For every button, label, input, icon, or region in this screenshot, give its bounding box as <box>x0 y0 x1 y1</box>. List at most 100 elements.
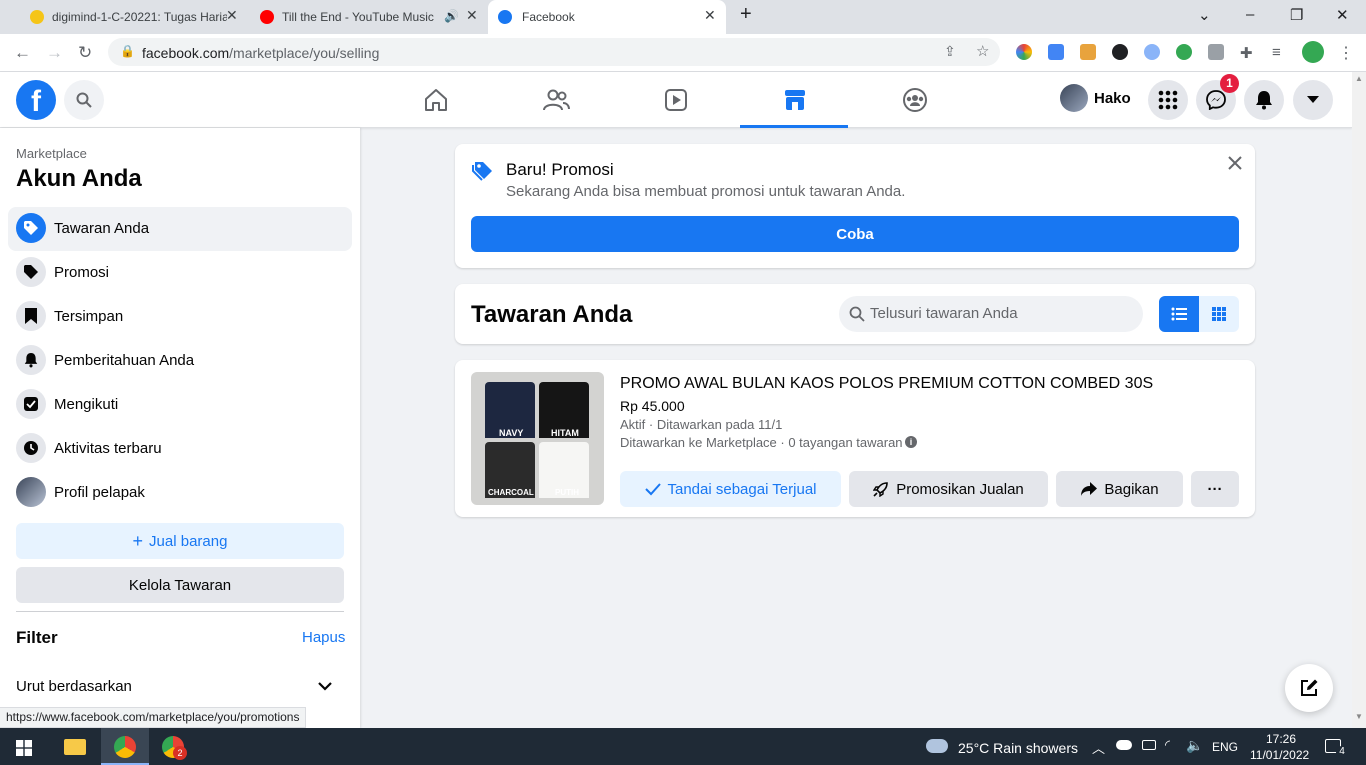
chrome-profile-icon[interactable]: 2 <box>162 736 187 760</box>
extensions-puzzle-icon[interactable]: ✚ <box>1240 44 1253 62</box>
new-tab-button[interactable]: + <box>740 3 752 26</box>
close-icon[interactable] <box>1228 156 1242 170</box>
minimize-icon[interactable]: – <box>1246 6 1254 23</box>
onedrive-icon[interactable] <box>1116 740 1132 750</box>
notifications-button[interactable] <box>1244 80 1284 120</box>
share-arrow-icon <box>1081 482 1098 496</box>
tab-search-icon[interactable]: ⌄ <box>1198 6 1211 24</box>
messenger-button[interactable]: 1 <box>1196 74 1239 120</box>
translate-extension-icon[interactable] <box>1048 44 1064 60</box>
sidebar-item-tawaran[interactable]: Tawaran Anda <box>8 207 352 251</box>
sidebar-item-label: Mengikuti <box>54 396 119 413</box>
promote-listing-button[interactable]: Promosikan Jualan <box>849 471 1048 507</box>
bookmark-icon <box>16 301 46 331</box>
try-promo-button[interactable]: Coba <box>471 216 1239 252</box>
sidebar-item-label: Tersimpan <box>54 308 124 325</box>
reload-icon[interactable]: ↻ <box>78 43 92 63</box>
menu-button[interactable] <box>1148 80 1188 120</box>
speaker-icon[interactable]: 🔊 <box>444 9 459 23</box>
nav-marketplace[interactable] <box>740 72 848 128</box>
battery-icon[interactable] <box>1142 740 1156 750</box>
maximize-icon[interactable]: ❐ <box>1290 6 1303 24</box>
manage-listings-button[interactable]: Kelola Tawaran <box>16 567 344 603</box>
share-page-icon[interactable]: ⇪ <box>944 43 956 60</box>
listing-title[interactable]: PROMO AWAL BULAN KAOS POLOS PREMIUM COTT… <box>620 375 1153 393</box>
tray-chevron-icon[interactable]: ︿ <box>1092 738 1105 757</box>
tab-facebook[interactable]: Facebook ✕ <box>488 0 726 34</box>
chevron-down-icon[interactable] <box>318 682 332 691</box>
account-button[interactable] <box>1293 80 1333 120</box>
list-view-button[interactable] <box>1159 296 1199 332</box>
nav-home[interactable] <box>381 72 489 128</box>
tab-youtube-music[interactable]: Till the End - YouTube Music 🔊 ✕ <box>248 0 486 34</box>
chrome-taskbar-button[interactable] <box>101 728 149 765</box>
listings-header: Tawaran Anda Telusuri tawaran Anda <box>455 284 1255 344</box>
file-explorer-icon[interactable] <box>64 739 86 755</box>
profile-avatar[interactable] <box>1302 41 1324 63</box>
new-message-button[interactable] <box>1285 664 1333 712</box>
url-path: /marketplace/you/selling <box>229 45 380 61</box>
forward-icon[interactable]: → <box>46 43 63 63</box>
listing-card: NAVY HITAM CHARCOAL PUTIH PROMO AWAL BUL… <box>455 360 1255 517</box>
sidebar-item-aktivitas[interactable]: Aktivitas terbaru <box>8 427 352 471</box>
sort-label[interactable]: Urut berdasarkan <box>16 678 132 695</box>
search-icon <box>849 306 865 322</box>
chrome-menu-icon[interactable]: ⋮ <box>1338 43 1354 63</box>
page-scrollbar[interactable]: ▲ ▼ <box>1352 72 1366 728</box>
sell-item-button[interactable]: + Jual barang <box>16 523 344 559</box>
more-options-button[interactable]: ··· <box>1191 471 1239 507</box>
link-extension-icon[interactable] <box>1112 44 1128 60</box>
bookmark-star-icon[interactable]: ☆ <box>976 42 989 60</box>
close-tab-icon[interactable]: ✕ <box>466 7 478 24</box>
promo-title: Baru! Promosi <box>506 160 614 179</box>
clock-date[interactable]: 11/01/2022 <box>1250 748 1309 762</box>
globe-extension-icon[interactable] <box>1176 44 1192 60</box>
search-icon <box>76 92 92 108</box>
color-extension-icon[interactable] <box>1016 44 1032 60</box>
close-tab-icon[interactable]: ✕ <box>226 7 238 24</box>
sidebar-item-promosi[interactable]: Promosi <box>8 251 352 295</box>
nav-watch[interactable] <box>621 72 729 128</box>
language-indicator[interactable]: ENG <box>1212 740 1238 754</box>
nav-groups[interactable] <box>860 72 968 128</box>
listing-meta: Ditawarkan ke Marketplace · 0 tayangan t… <box>620 435 903 450</box>
weather-text[interactable]: 25°C Rain showers <box>958 740 1078 756</box>
clear-filter-link[interactable]: Hapus <box>302 629 345 646</box>
mark-sold-button[interactable]: Tandai sebagai Terjual <box>620 471 841 507</box>
nav-friends[interactable] <box>501 72 609 128</box>
grid-icon <box>1212 307 1226 321</box>
listing-thumbnail[interactable]: NAVY HITAM CHARCOAL PUTIH <box>471 372 604 505</box>
close-window-icon[interactable]: ✕ <box>1336 6 1349 24</box>
close-tab-icon[interactable]: ✕ <box>704 7 716 24</box>
sidebar-item-mengikuti[interactable]: Mengikuti <box>8 383 352 427</box>
printer-extension-icon[interactable] <box>1208 44 1224 60</box>
facebook-logo-icon[interactable]: f <box>16 80 56 120</box>
action-center-icon[interactable]: 4 <box>1325 739 1348 758</box>
clock-time[interactable]: 17:26 <box>1266 732 1296 746</box>
wifi-icon[interactable]: ◜ <box>1165 737 1170 753</box>
share-label: Bagikan <box>1104 480 1159 498</box>
media-control-icon[interactable]: ≡ <box>1272 44 1281 61</box>
share-button[interactable]: Bagikan <box>1056 471 1183 507</box>
info-icon[interactable]: i <box>905 436 917 448</box>
url-bar[interactable]: 🔒 facebook.com/marketplace/you/selling ⇪… <box>108 38 1000 66</box>
volume-icon[interactable]: 🔈 <box>1186 737 1203 754</box>
thumb-label: PUTIH <box>555 488 579 497</box>
sidebar-item-profil[interactable]: Profil pelapak <box>8 471 352 515</box>
sidebar-item-tersimpan[interactable]: Tersimpan <box>8 295 352 339</box>
avatar <box>1060 84 1088 112</box>
back-icon[interactable]: ← <box>14 43 31 63</box>
idm-extension-icon[interactable] <box>1144 44 1160 60</box>
page-title: Akun Anda <box>16 165 142 192</box>
windows-start-icon[interactable] <box>16 740 32 756</box>
listing-search-input[interactable]: Telusuri tawaran Anda <box>839 296 1143 332</box>
sidebar-item-pemberitahuan[interactable]: Pemberitahuan Anda <box>8 339 352 383</box>
tag-icon <box>16 213 46 243</box>
caret-down-icon <box>1307 96 1319 103</box>
tab-digimind[interactable]: digimind-1-C-20221: Tugas Harian ✕ <box>8 0 246 34</box>
profile-chip[interactable]: Hako <box>1058 84 1138 116</box>
tab-title: digimind-1-C-20221: Tugas Harian <box>52 10 227 24</box>
search-button[interactable] <box>64 80 104 120</box>
grid-view-button[interactable] <box>1199 296 1239 332</box>
ruler-extension-icon[interactable] <box>1080 44 1096 60</box>
